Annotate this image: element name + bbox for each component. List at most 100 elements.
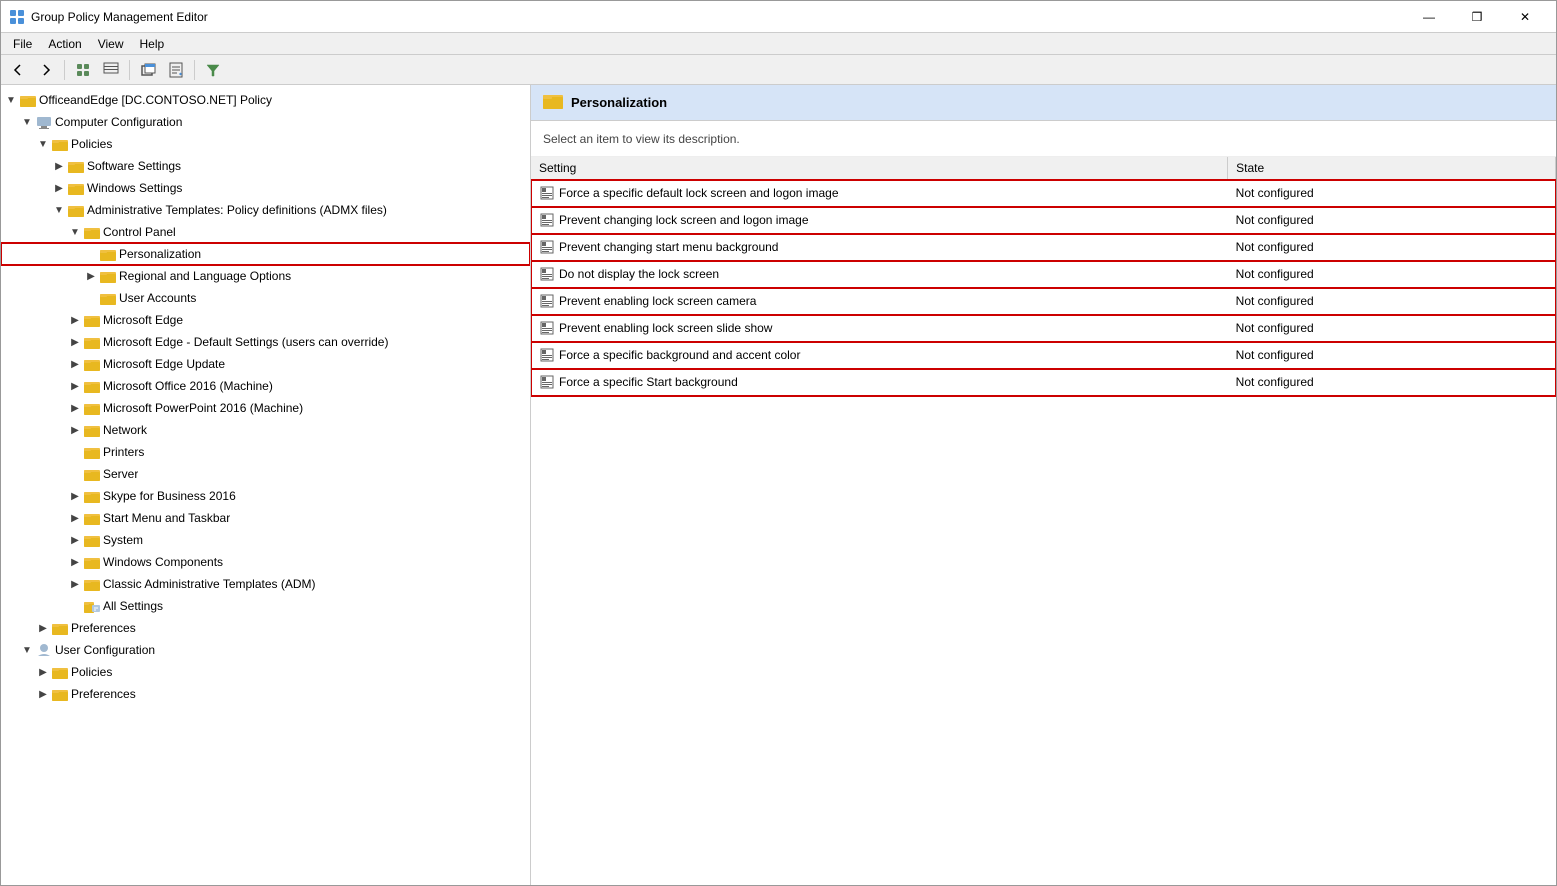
tree-comp-preferences[interactable]: ▶ Preferences <box>1 617 530 639</box>
tree-start-menu[interactable]: ▶ Start Menu and Taskbar <box>1 507 530 529</box>
setting-name-cell: Prevent changing start menu background <box>531 234 1228 261</box>
tree-personalization[interactable]: ▶ Personalization <box>1 243 530 265</box>
ms-edge-default-expander[interactable]: ▶ <box>67 334 83 350</box>
close-button[interactable]: ✕ <box>1502 3 1548 31</box>
ms-edge-label: Microsoft Edge <box>103 313 183 327</box>
user-policies-expander[interactable]: ▶ <box>35 664 51 680</box>
setting-name-cell: Prevent changing lock screen and logon i… <box>531 207 1228 234</box>
skype-label: Skype for Business 2016 <box>103 489 236 503</box>
software-settings-label: Software Settings <box>87 159 181 173</box>
menu-action[interactable]: Action <box>40 35 89 53</box>
tree-ms-edge-update[interactable]: ▶ Microsoft Edge Update <box>1 353 530 375</box>
refresh-button[interactable] <box>70 58 96 82</box>
tree-user-policies[interactable]: ▶ Policies <box>1 661 530 683</box>
system-expander[interactable]: ▶ <box>67 532 83 548</box>
tree-root[interactable]: ▼ OfficeandEdge [DC.CONTOSO.NET] Policy <box>1 89 530 111</box>
root-expander[interactable]: ▼ <box>3 92 19 108</box>
tree-printers[interactable]: ▶ Printers <box>1 441 530 463</box>
back-button[interactable] <box>5 58 31 82</box>
tree-ms-edge-default[interactable]: ▶ Microsoft Edge - Default Settings (use… <box>1 331 530 353</box>
filter-button[interactable] <box>200 58 226 82</box>
tree-software-settings[interactable]: ▶ Software Settings <box>1 155 530 177</box>
tree-user-accounts[interactable]: ▶ User Accounts <box>1 287 530 309</box>
classic-admin-expander[interactable]: ▶ <box>67 576 83 592</box>
table-row[interactable]: Prevent changing lock screen and logon i… <box>531 207 1556 234</box>
user-accounts-icon <box>99 289 117 307</box>
table-row[interactable]: Prevent enabling lock screen camera Not … <box>531 288 1556 315</box>
regional-icon <box>99 267 117 285</box>
ms-office-expander[interactable]: ▶ <box>67 378 83 394</box>
control-panel-expander[interactable]: ▼ <box>67 224 83 240</box>
tree-all-settings[interactable]: ▶ All Settings <box>1 595 530 617</box>
menu-help[interactable]: Help <box>132 35 173 53</box>
tree-windows-settings[interactable]: ▶ Windows Settings <box>1 177 530 199</box>
software-settings-expander[interactable]: ▶ <box>51 158 67 174</box>
network-expander[interactable]: ▶ <box>67 422 83 438</box>
tree-network[interactable]: ▶ Network <box>1 419 530 441</box>
windows-components-expander[interactable]: ▶ <box>67 554 83 570</box>
description-text: Select an item to view its description. <box>543 132 740 146</box>
tree-ms-powerpoint[interactable]: ▶ Microsoft PowerPoint 2016 (Machine) <box>1 397 530 419</box>
tree-skype[interactable]: ▶ Skype for Business 2016 <box>1 485 530 507</box>
table-row[interactable]: Prevent changing start menu background N… <box>531 234 1556 261</box>
ms-powerpoint-expander[interactable]: ▶ <box>67 400 83 416</box>
tree-user-preferences[interactable]: ▶ Preferences <box>1 683 530 705</box>
comp-preferences-expander[interactable]: ▶ <box>35 620 51 636</box>
show-standard-button[interactable] <box>98 58 124 82</box>
tree-ms-office[interactable]: ▶ Microsoft Office 2016 (Machine) <box>1 375 530 397</box>
forward-button[interactable] <box>33 58 59 82</box>
menu-file[interactable]: File <box>5 35 40 53</box>
menu-view[interactable]: View <box>90 35 132 53</box>
setting-row-content: Do not display the lock screen <box>539 266 1220 282</box>
skype-expander[interactable]: ▶ <box>67 488 83 504</box>
ms-edge-update-icon <box>83 355 101 373</box>
tree-computer-config[interactable]: ▼ Computer Configuration <box>1 111 530 133</box>
col-state[interactable]: State <box>1228 157 1556 180</box>
setting-name: Force a specific default lock screen and… <box>559 186 839 200</box>
windows-settings-expander[interactable]: ▶ <box>51 180 67 196</box>
tree-admin-templates[interactable]: ▼ Administrative Templates: Policy defin… <box>1 199 530 221</box>
window-title: Group Policy Management Editor <box>31 10 1406 24</box>
tree-system[interactable]: ▶ System <box>1 529 530 551</box>
right-header-folder-icon <box>543 91 563 114</box>
tree-policies[interactable]: ▼ Policies <box>1 133 530 155</box>
settings-table-container[interactable]: Setting State <box>531 157 1556 885</box>
ms-edge-expander[interactable]: ▶ <box>67 312 83 328</box>
tree-ms-edge[interactable]: ▶ Microsoft Edge <box>1 309 530 331</box>
tree-server[interactable]: ▶ Server <box>1 463 530 485</box>
regional-expander[interactable]: ▶ <box>83 268 99 284</box>
table-row[interactable]: Do not display the lock screen Not confi… <box>531 261 1556 288</box>
start-menu-icon <box>83 509 101 527</box>
tree-windows-components[interactable]: ▶ Windows Components <box>1 551 530 573</box>
regional-label: Regional and Language Options <box>119 269 291 283</box>
col-setting[interactable]: Setting <box>531 157 1228 180</box>
policies-expander[interactable]: ▼ <box>35 136 51 152</box>
user-preferences-expander[interactable]: ▶ <box>35 686 51 702</box>
tree-control-panel[interactable]: ▼ Control Panel <box>1 221 530 243</box>
ms-edge-update-expander[interactable]: ▶ <box>67 356 83 372</box>
setting-state-cell: Not configured <box>1228 261 1556 288</box>
table-row[interactable]: Prevent enabling lock screen slide show … <box>531 315 1556 342</box>
setting-name-cell: Prevent enabling lock screen slide show <box>531 315 1228 342</box>
computer-config-expander[interactable]: ▼ <box>19 114 35 130</box>
setting-row-content: Prevent changing lock screen and logon i… <box>539 212 1220 228</box>
tree-user-config[interactable]: ▼ User Configuration <box>1 639 530 661</box>
minimize-button[interactable]: — <box>1406 3 1452 31</box>
table-row[interactable]: Force a specific background and accent c… <box>531 342 1556 369</box>
table-row[interactable]: Force a specific Start background Not co… <box>531 369 1556 396</box>
tree-regional[interactable]: ▶ Regional and Language Options <box>1 265 530 287</box>
new-window-button[interactable] <box>135 58 161 82</box>
policy-icon <box>539 239 555 255</box>
setting-state-cell: Not configured <box>1228 207 1556 234</box>
system-label: System <box>103 533 143 547</box>
maximize-button[interactable]: ❒ <box>1454 3 1500 31</box>
start-menu-expander[interactable]: ▶ <box>67 510 83 526</box>
table-header-row: Setting State <box>531 157 1556 180</box>
tree-panel[interactable]: ▼ OfficeandEdge [DC.CONTOSO.NET] Policy … <box>1 85 531 885</box>
tree-classic-admin[interactable]: ▶ Classic Administrative Templates (ADM) <box>1 573 530 595</box>
user-config-expander[interactable]: ▼ <box>19 642 35 658</box>
personalization-folder-icon <box>99 245 117 263</box>
properties-button[interactable] <box>163 58 189 82</box>
table-row[interactable]: Force a specific default lock screen and… <box>531 180 1556 207</box>
admin-templates-expander[interactable]: ▼ <box>51 202 67 218</box>
